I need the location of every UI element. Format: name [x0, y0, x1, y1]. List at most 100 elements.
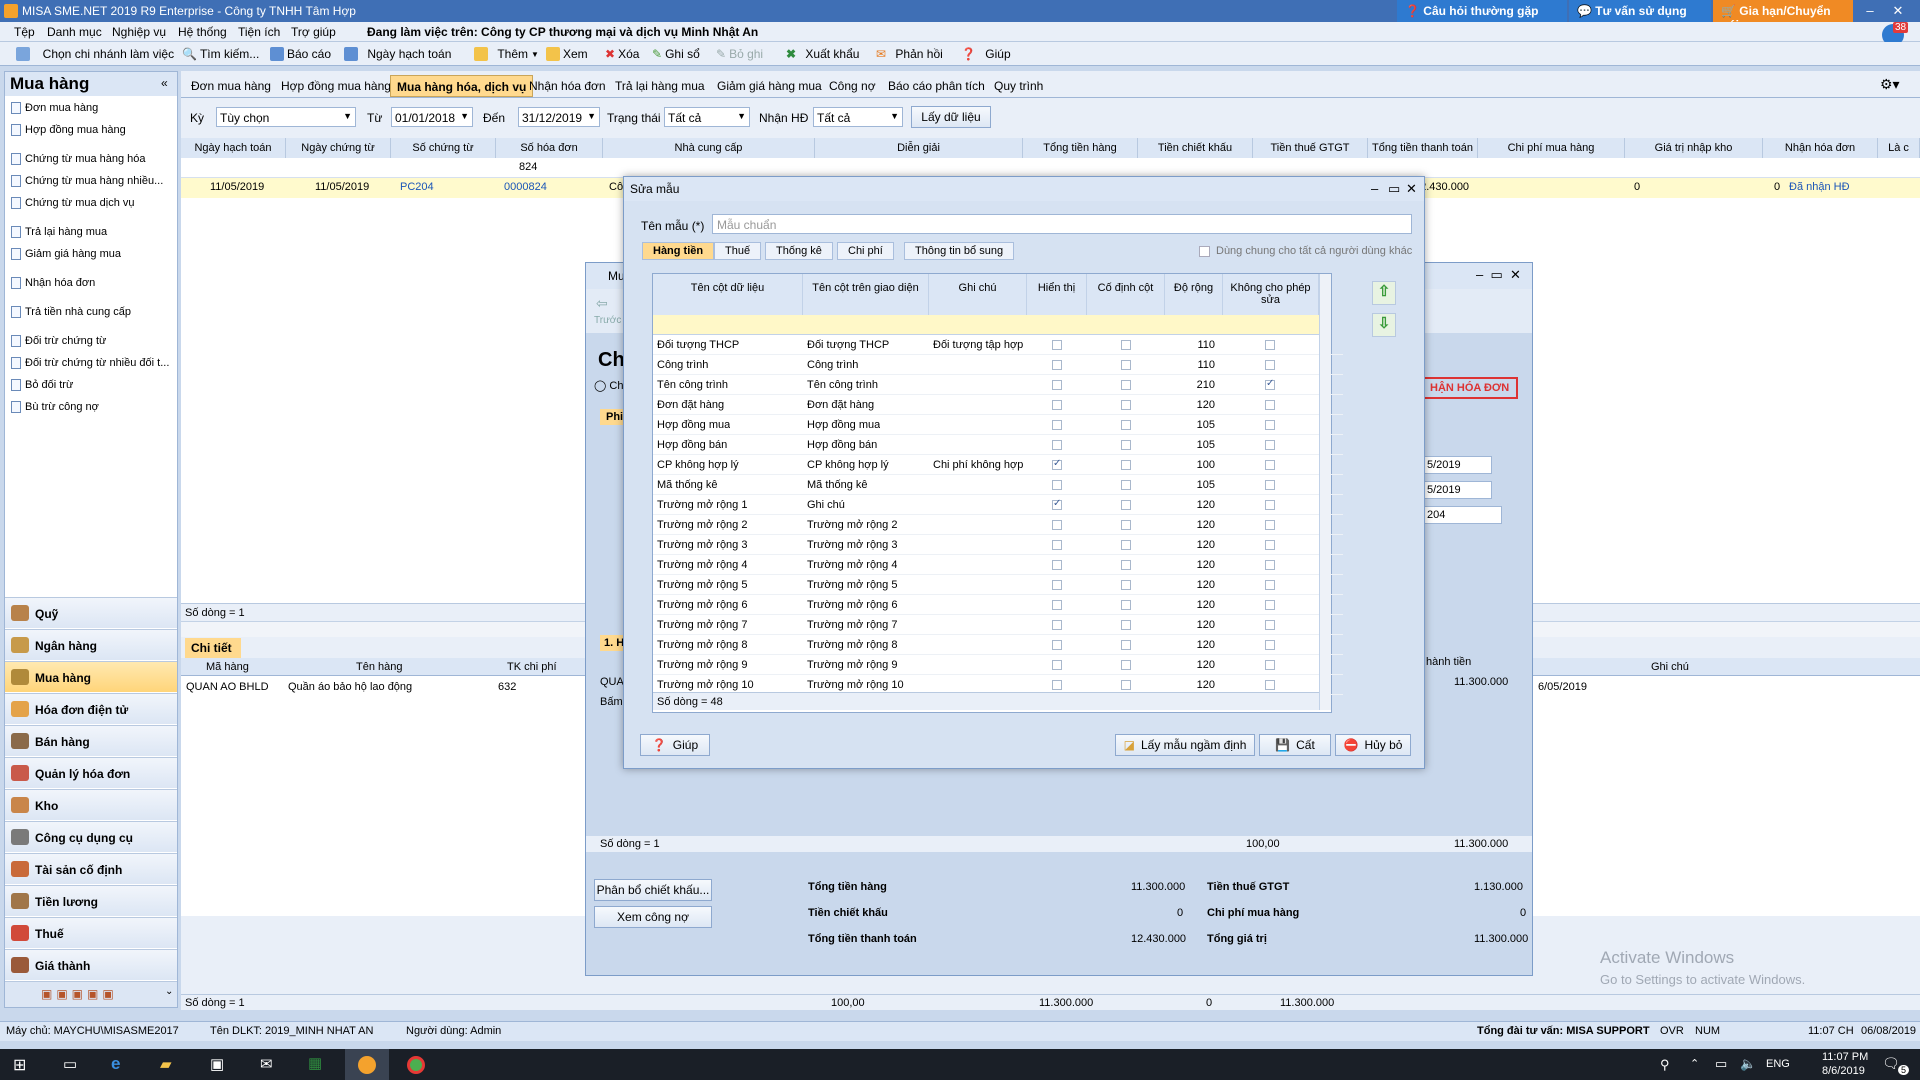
receive-invoice-button[interactable]: HẬN HÓA ĐƠN — [1422, 377, 1518, 399]
left-item-discount[interactable]: Giảm giá hàng mua — [11, 248, 121, 260]
config-width[interactable]: 120 — [1185, 639, 1215, 651]
back-arrow-icon[interactable]: ⇦ — [596, 295, 608, 312]
visible-checkbox[interactable] — [1052, 498, 1062, 510]
template-name-input[interactable]: Mẫu chuẩn — [712, 214, 1412, 234]
config-row[interactable]: Hợp đồng bán Hợp đồng bán 105 — [653, 435, 1343, 455]
dialog-tab-goods[interactable]: Hàng tiền — [642, 242, 715, 260]
config-display-name[interactable]: Ghi chú — [807, 499, 845, 511]
dialog-tab-tax[interactable]: Thuế — [714, 242, 762, 260]
col-voucher-no[interactable]: Số chứng từ — [391, 138, 496, 158]
edge-icon[interactable]: e — [111, 1054, 120, 1074]
visible-checkbox[interactable] — [1052, 540, 1062, 550]
config-row[interactable]: Trường mở rộng 6 Trường mở rộng 6 120 — [653, 595, 1343, 615]
freeze-checkbox[interactable] — [1121, 600, 1131, 610]
left-item-remove-offset[interactable]: Bỏ đối trừ — [11, 379, 73, 391]
readonly-checkbox[interactable] — [1265, 680, 1275, 690]
config-width[interactable]: 120 — [1185, 399, 1215, 411]
delete-button[interactable]: ✖ Xóa — [605, 47, 639, 61]
store-icon[interactable]: ▣ — [210, 1055, 224, 1073]
left-item-multi-voucher[interactable]: Chứng từ mua hàng nhiều... — [11, 175, 163, 187]
allocate-discount-button[interactable]: Phân bổ chiết khấu... — [594, 879, 712, 901]
tab-debt[interactable]: Công nợ — [823, 75, 882, 97]
move-down-icon[interactable]: ⇩ — [1372, 313, 1396, 337]
dialog-tab-cost[interactable]: Chi phí — [837, 242, 894, 260]
minimize-icon[interactable]: – — [1856, 0, 1884, 22]
config-display-name[interactable]: Trường mở rộng 7 — [807, 619, 897, 631]
visible-checkbox[interactable] — [1052, 640, 1062, 650]
file-explorer-icon[interactable]: ▰ — [160, 1055, 172, 1073]
task-view-icon[interactable]: ▭ — [63, 1055, 77, 1073]
readonly-checkbox[interactable] — [1265, 440, 1275, 450]
readonly-checkbox[interactable] — [1265, 640, 1275, 650]
config-row[interactable]: Trường mở rộng 5 Trường mở rộng 5 120 — [653, 575, 1343, 595]
left-item-goods-voucher[interactable]: Chứng từ mua hàng hóa — [11, 153, 146, 165]
readonly-checkbox[interactable] — [1265, 520, 1275, 530]
module-tax[interactable]: Thuế — [5, 917, 177, 948]
config-width[interactable]: 100 — [1185, 459, 1215, 471]
readonly-checkbox[interactable] — [1265, 480, 1275, 490]
tab-purchase-order[interactable]: Đơn mua hàng — [185, 75, 277, 97]
module-sales[interactable]: Bán hàng — [5, 725, 177, 756]
grid-col-data[interactable]: Tên cột dữ liệu — [653, 274, 803, 315]
settings-icon[interactable]: ⚙▾ — [1880, 76, 1900, 93]
period-select[interactable]: Tùy chọn ▼ — [216, 107, 356, 127]
left-item-pay-supplier[interactable]: Trả tiền nhà cung cấp — [11, 306, 131, 318]
freeze-checkbox[interactable] — [1121, 500, 1131, 510]
left-item-purchase-order[interactable]: Đơn mua hàng — [11, 102, 98, 114]
dialog-help-button[interactable]: ❓ Giúp — [640, 734, 710, 756]
left-item-purchase-contract[interactable]: Hợp đồng mua hàng — [11, 124, 126, 136]
module-invoice-mgmt[interactable]: Quản lý hóa đơn — [5, 757, 177, 788]
config-display-name[interactable]: Trường mở rộng 9 — [807, 659, 897, 671]
help-button[interactable]: ❓ Giúp — [961, 47, 1011, 61]
voucher-date-field[interactable]: 5/2019 — [1422, 456, 1492, 474]
module-einvoice[interactable]: Hóa đơn điện tử — [5, 693, 177, 724]
search-button[interactable]: 🔍 Tìm kiếm... — [182, 47, 259, 61]
readonly-checkbox[interactable] — [1265, 460, 1275, 470]
config-display-name[interactable]: Mã thống kê — [807, 479, 868, 491]
consult-button[interactable]: 💬 Tư vấn sử dụng — [1569, 0, 1711, 22]
network-people-icon[interactable]: ⚲ — [1660, 1057, 1670, 1073]
chrome-icon[interactable] — [407, 1056, 425, 1074]
freeze-checkbox[interactable] — [1121, 380, 1131, 390]
row-voucher-no[interactable]: PC204 — [397, 178, 437, 198]
config-display-name[interactable]: Trường mở rộng 8 — [807, 639, 897, 651]
col-total-goods[interactable]: Tổng tiền hàng — [1023, 138, 1138, 158]
detail-tab[interactable]: Chi tiết — [185, 638, 241, 658]
module-tools[interactable]: Công cụ dụng cụ — [5, 821, 177, 852]
config-display-name[interactable]: Trường mở rộng 10 — [807, 679, 904, 691]
freeze-checkbox[interactable] — [1121, 480, 1131, 490]
collapse-icon[interactable]: « — [161, 76, 168, 90]
config-row[interactable]: Mã thống kê Mã thống kê 105 — [653, 475, 1343, 495]
config-row[interactable]: Trường mở rộng 9 Trường mở rộng 9 120 — [653, 655, 1343, 675]
module-bank[interactable]: Ngân hàng — [5, 629, 177, 660]
menu-system[interactable]: Hệ thống — [178, 25, 227, 39]
config-row[interactable]: Trường mở rộng 3 Trường mở rộng 3 120 — [653, 535, 1343, 555]
tray-up-icon[interactable]: ⌃ — [1690, 1057, 1699, 1070]
cancel-button[interactable]: ⛔ Hủy bỏ — [1335, 734, 1411, 756]
config-width[interactable]: 210 — [1185, 379, 1215, 391]
config-row[interactable]: Đối tượng THCP Đối tượng THCP Đối tượng tậ… — [653, 335, 1343, 355]
freeze-checkbox[interactable] — [1121, 680, 1131, 690]
config-display-name[interactable]: CP không hợp lý — [807, 459, 889, 471]
clock-date[interactable]: 8/6/2019 — [1822, 1065, 1865, 1077]
voucher-window-controls[interactable]: – ▭ ✕ — [1476, 267, 1521, 283]
readonly-checkbox[interactable] — [1265, 360, 1275, 370]
config-display-name[interactable]: Tên công trình — [807, 379, 878, 391]
config-display-name[interactable]: Trường mở rộng 4 — [807, 559, 897, 571]
dialog-minimize-icon[interactable]: – — [1371, 181, 1378, 196]
invoice-filter-input[interactable]: 824 — [499, 160, 599, 176]
visible-checkbox[interactable] — [1052, 560, 1062, 570]
visible-checkbox[interactable] — [1052, 580, 1062, 590]
faq-button[interactable]: ❓ Câu hỏi thường gặp — [1397, 0, 1567, 22]
mail-icon[interactable]: ✉ — [260, 1055, 273, 1073]
readonly-checkbox[interactable] — [1265, 400, 1275, 410]
detail-col-code[interactable]: Mã hàng — [206, 661, 249, 673]
move-up-icon[interactable]: ⇧ — [1372, 281, 1396, 305]
config-display-name[interactable]: Trường mở rộng 5 — [807, 579, 897, 591]
config-width[interactable]: 120 — [1185, 679, 1215, 691]
language-indicator[interactable]: ENG — [1766, 1058, 1790, 1070]
grid-col-width[interactable]: Độ rộng — [1165, 274, 1223, 315]
renew-button[interactable]: 🛒 Gia hạn/Chuyển gói — [1713, 0, 1853, 32]
menu-catalog[interactable]: Danh mục — [47, 25, 102, 39]
feedback-button[interactable]: ✉ Phản hồi — [876, 47, 943, 61]
